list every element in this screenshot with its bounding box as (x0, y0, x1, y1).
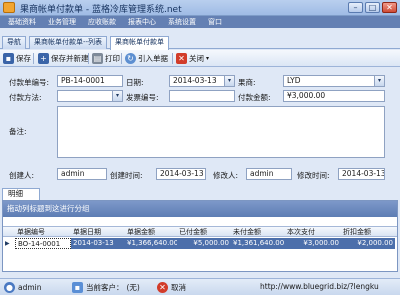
payment-no-field[interactable]: PB-14-0001 (57, 75, 123, 87)
chevron-down-icon[interactable]: ▾ (224, 76, 234, 86)
row-indicator-icon: ▶ (5, 240, 10, 247)
payment-no-label: 付款单编号: (9, 78, 50, 87)
modified-time-field: 2014-03-13 (338, 168, 385, 180)
column-header-doc-amount[interactable]: 单据金额 (125, 227, 177, 238)
table-row[interactable]: ▶ BO-14-0001 2014-03-13 ¥1,366,640.00 ¥5… (3, 238, 397, 249)
tab-payment-form[interactable]: 果商帐单付款单 (110, 36, 169, 50)
payment-amount-field[interactable]: ¥3,000.00 (283, 90, 385, 102)
detail-grid: 拖动列标题到这进行分组 单据编号 单据日期 单据金额 已付金额 未付金额 本次支… (2, 200, 398, 272)
status-user-name: admin (18, 283, 42, 292)
maximize-icon[interactable]: □ (365, 2, 380, 13)
cell-paid-amount[interactable]: ¥5,000.00 (177, 238, 231, 249)
column-header-doc-date[interactable]: 单据日期 (71, 227, 125, 238)
menu-bar: 基础资料 业务管理 应收账款 报表中心 系统设置 窗口 (0, 16, 400, 28)
print-button-label: 打印 (105, 54, 120, 63)
menu-item-receivables[interactable]: 应收账款 (84, 17, 120, 27)
close-window-icon[interactable]: ✕ (382, 2, 397, 13)
status-url-link[interactable]: http://www.bluegrid.biz/?lengku (260, 282, 379, 291)
status-customer-label: 当前客户： (86, 283, 124, 292)
import-document-button[interactable]: ↻ 引入单据 (125, 52, 168, 65)
date-picker[interactable]: 2014-03-13 ▾ (169, 75, 235, 87)
column-header-paid-amount[interactable]: 已付金额 (177, 227, 231, 238)
notes-textarea[interactable] (57, 106, 385, 158)
toolbar-divider (33, 53, 34, 64)
menu-item-window[interactable]: 窗口 (204, 17, 226, 27)
window-title: 果商帐单付款单 - 蓝格冷库管理系统.net (20, 5, 182, 15)
document-tabs: 导航 果商帐单付款单--列表 果商帐单付款单 (0, 36, 400, 50)
toolbar-divider (121, 53, 122, 64)
floppy-disk-icon: ▪ (3, 53, 14, 64)
modified-time-label: 修改时间: (297, 171, 330, 180)
status-user: ● admin (4, 282, 42, 293)
app-logo-icon (3, 2, 15, 13)
tab-payment-list[interactable]: 果商帐单付款单--列表 (29, 36, 108, 49)
created-time-label: 创建时间: (110, 171, 143, 180)
printer-icon: ▤ (92, 53, 103, 64)
cancel-icon: ✕ (157, 282, 168, 293)
import-icon: ↻ (125, 53, 136, 64)
save-new-button-label: 保存并新建 (51, 54, 89, 63)
notes-label: 备注: (9, 127, 27, 136)
print-button[interactable]: ▤ 打印 (92, 52, 120, 65)
column-header-unpaid-amount[interactable]: 未付金额 (231, 227, 285, 238)
cell-doc-amount[interactable]: ¥1,366,640.00 (125, 238, 177, 249)
invoice-no-field[interactable] (169, 90, 235, 102)
customer-icon: ▪ (72, 282, 83, 293)
cell-unpaid-amount[interactable]: ¥1,361,640.00 (231, 238, 285, 249)
tab-detail[interactable]: 明细 (2, 188, 40, 200)
status-cancel-button[interactable]: ✕ 取消 (157, 282, 186, 293)
title-bar: 果商帐单付款单 - 蓝格冷库管理系统.net – □ ✕ (0, 0, 400, 16)
column-header-current-payment[interactable]: 本次支付 (285, 227, 341, 238)
save-new-icon: + (38, 53, 49, 64)
window-controls: – □ ✕ (348, 2, 397, 13)
minimize-icon[interactable]: – (348, 2, 363, 13)
save-button-label: 保存 (16, 54, 31, 63)
merchant-select[interactable]: LYD ▾ (283, 75, 385, 87)
import-button-label: 引入单据 (138, 54, 168, 63)
modifier-field: admin (246, 168, 292, 180)
payment-form: 付款单编号: PB-14-0001 日期: 2014-03-13 ▾ 果商: L… (2, 68, 398, 183)
created-time-field: 2014-03-13 (156, 168, 206, 180)
status-customer-value: (无) (126, 283, 140, 292)
invoice-no-label: 发票编号: (126, 93, 159, 102)
chevron-down-icon[interactable]: ▾ (374, 76, 384, 86)
merchant-value: LYD (287, 76, 301, 85)
column-header-discount-amount[interactable]: 折扣金额 (341, 227, 395, 238)
user-icon: ● (4, 282, 15, 293)
menu-item-reports[interactable]: 报表中心 (124, 17, 160, 27)
creator-field: admin (57, 168, 107, 180)
menu-item-business[interactable]: 业务管理 (44, 17, 80, 27)
tab-navigation[interactable]: 导航 (2, 36, 26, 49)
cell-current-payment[interactable]: ¥3,000.00 (285, 238, 341, 249)
cell-discount-amount[interactable]: ¥2,000.00 (341, 238, 395, 249)
date-label: 日期: (126, 78, 144, 87)
status-cancel-label: 取消 (171, 283, 186, 292)
close-icon: ✕ (176, 53, 187, 64)
toolbar-divider (88, 53, 89, 64)
merchant-label: 果商: (238, 78, 256, 87)
creator-label: 创建人: (9, 171, 35, 180)
menu-item-basic-data[interactable]: 基础资料 (4, 17, 40, 27)
cell-doc-no[interactable]: BO-14-0001 (15, 238, 71, 249)
date-value: 2014-03-13 (173, 76, 217, 85)
column-header-doc-no[interactable]: 单据编号 (15, 227, 71, 238)
close-button-label: 关闭 (189, 54, 204, 63)
payment-method-label: 付款方法: (9, 93, 42, 102)
payment-amount-label: 付款金额: (238, 93, 271, 102)
chevron-down-icon[interactable]: ▾ (112, 91, 122, 101)
status-bar: ● admin ▪ 当前客户： (无) ✕ 取消 http://www.blue… (0, 278, 400, 295)
close-button[interactable]: ✕ 关闭 ▾ (176, 52, 209, 65)
chevron-down-icon[interactable]: ▾ (206, 55, 209, 62)
save-new-button[interactable]: + 保存并新建 (38, 52, 89, 65)
payment-method-select[interactable]: ▾ (57, 90, 123, 102)
menu-item-settings[interactable]: 系统设置 (164, 17, 200, 27)
modifier-label: 修改人: (213, 171, 239, 180)
status-customer: ▪ 当前客户： (无) (72, 282, 140, 293)
toolbar-divider (172, 53, 173, 64)
save-button[interactable]: ▪ 保存 (3, 52, 31, 65)
group-by-hint[interactable]: 拖动列标题到这进行分组 (3, 201, 397, 217)
toolbar: ▪ 保存 + 保存并新建 ▤ 打印 ↻ 引入单据 ✕ 关闭 ▾ (0, 50, 400, 67)
grid-header: 单据编号 单据日期 单据金额 已付金额 未付金额 本次支付 折扣金额 (3, 226, 397, 237)
cell-doc-date[interactable]: 2014-03-13 (71, 238, 125, 249)
